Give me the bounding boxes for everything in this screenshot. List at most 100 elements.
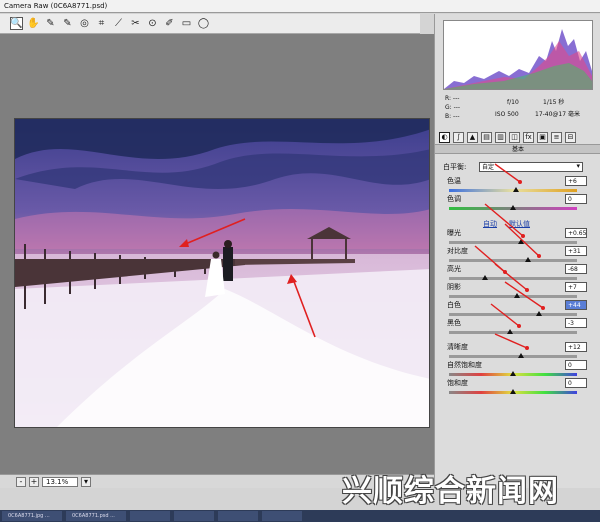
g-readout: G: --- bbox=[445, 104, 461, 111]
slider-row: 饱和度 0 bbox=[443, 378, 593, 396]
spot-removal-icon[interactable]: ✂ bbox=[129, 17, 142, 30]
slider-row: 色温 +6 bbox=[443, 176, 593, 194]
slider-row: 阴影 +7 bbox=[443, 282, 593, 300]
camera-raw-window: Camera Raw (0C6A8771.psd) 🔍 ✋ ✎ ✎ ◎ ⌗ ⟋ … bbox=[0, 0, 600, 510]
photo-preview[interactable] bbox=[14, 118, 430, 428]
slider-label: 清晰度 bbox=[447, 343, 468, 351]
r-readout: R: --- bbox=[445, 95, 460, 102]
slider-value-input[interactable]: -68 bbox=[565, 264, 587, 274]
taskbar-item[interactable]: 0C6A8771.psd ... bbox=[66, 511, 126, 521]
slider-track[interactable] bbox=[449, 313, 577, 316]
window-title: Camera Raw (0C6A8771.psd) bbox=[0, 0, 600, 13]
slider-label: 黑色 bbox=[447, 319, 461, 327]
slider-thumb[interactable] bbox=[525, 257, 532, 262]
lens-tab-icon[interactable]: ◫ bbox=[509, 131, 520, 143]
slider-row: 色调 0 bbox=[443, 194, 593, 212]
gradient-icon[interactable]: ▭ bbox=[180, 17, 193, 30]
eyedropper-icon[interactable]: ✎ bbox=[44, 17, 57, 30]
detail-tab-icon[interactable]: ▲ bbox=[467, 131, 478, 143]
brush-icon[interactable]: ✐ bbox=[163, 17, 176, 30]
color-sampler-icon[interactable]: ✎ bbox=[61, 17, 74, 30]
slider-thumb[interactable] bbox=[510, 389, 516, 394]
slider-thumb[interactable] bbox=[513, 293, 520, 298]
panel-tabs: ◐ ∫ ▲ ▤ ▥ ◫ fx ▣ ≡ ⊟ bbox=[439, 130, 597, 144]
straighten-icon[interactable]: ⟋ bbox=[112, 17, 125, 30]
slider-value-input[interactable]: 0 bbox=[565, 194, 587, 204]
slider-label: 对比度 bbox=[447, 247, 468, 255]
slider-thumb[interactable] bbox=[535, 311, 542, 316]
slider-row: 曝光 +0.65 bbox=[443, 228, 593, 246]
red-eye-icon[interactable]: ⊙ bbox=[146, 17, 159, 30]
slider-row: 高光 -68 bbox=[443, 264, 593, 282]
slider-value-input[interactable]: +6 bbox=[565, 176, 587, 186]
hand-icon[interactable]: ✋ bbox=[27, 17, 40, 30]
camera-calibration-tab-icon[interactable]: ▣ bbox=[537, 131, 548, 143]
slider-value-input[interactable]: +7 bbox=[565, 282, 587, 292]
target-adjust-icon[interactable]: ◎ bbox=[78, 17, 91, 30]
b-readout: B: --- bbox=[445, 113, 460, 120]
watermark: 兴顺综合新闻网 bbox=[342, 474, 559, 509]
readouts: R: --- G: --- B: --- f/10 1/15 秒 ISO 500… bbox=[443, 94, 593, 126]
slider-thumb[interactable] bbox=[481, 275, 488, 280]
white-balance-row: 白平衡: 自定 bbox=[443, 162, 593, 174]
slider-track[interactable] bbox=[449, 355, 577, 358]
slider-track[interactable] bbox=[449, 259, 577, 262]
shutter-readout: 1/15 秒 bbox=[543, 99, 565, 106]
crop-icon[interactable]: ⌗ bbox=[95, 17, 108, 30]
slider-row: 白色 +44 bbox=[443, 300, 593, 318]
histogram bbox=[443, 20, 593, 90]
wedding-beach-photo bbox=[15, 119, 429, 427]
slider-row: 对比度 +31 bbox=[443, 246, 593, 264]
slider-label: 色调 bbox=[447, 195, 461, 203]
slider-track[interactable] bbox=[449, 241, 577, 244]
slider-thumb[interactable] bbox=[510, 371, 516, 376]
zoom-in-button[interactable]: + bbox=[29, 476, 39, 487]
slider-value-input[interactable]: +44 bbox=[565, 300, 587, 310]
slider-track[interactable] bbox=[449, 277, 577, 280]
taskbar-item[interactable] bbox=[262, 511, 302, 521]
tone-curve-tab-icon[interactable]: ∫ bbox=[453, 131, 464, 143]
basic-tab-icon[interactable]: ◐ bbox=[439, 131, 450, 143]
slider-thumb[interactable] bbox=[517, 353, 524, 358]
slider-label: 曝光 bbox=[447, 229, 461, 237]
zoom-level-select[interactable]: 13.1% bbox=[42, 476, 78, 487]
preferences-icon[interactable]: ◯ bbox=[197, 17, 210, 30]
taskbar: 0C6A8771.jpg ... 0C6A8771.psd ... bbox=[0, 510, 600, 522]
iso-readout: ISO 500 bbox=[495, 111, 519, 118]
slider-value-input[interactable]: 0 bbox=[565, 378, 587, 388]
slider-value-input[interactable]: -3 bbox=[565, 318, 587, 328]
slider-label: 高光 bbox=[447, 265, 461, 273]
zoom-out-button[interactable]: - bbox=[16, 476, 26, 487]
white-balance-select[interactable]: 自定 bbox=[479, 162, 583, 172]
taskbar-item[interactable] bbox=[130, 511, 170, 521]
zoom-dropdown-icon[interactable]: ▾ bbox=[81, 476, 91, 487]
snapshots-tab-icon[interactable]: ⊟ bbox=[565, 131, 576, 143]
slider-label: 饱和度 bbox=[447, 379, 468, 387]
slider-thumb[interactable] bbox=[512, 187, 519, 192]
slider-row: 清晰度 +12 bbox=[443, 342, 593, 360]
aperture-readout: f/10 bbox=[507, 99, 519, 106]
slider-value-input[interactable]: +31 bbox=[565, 246, 587, 256]
split-toning-tab-icon[interactable]: ▥ bbox=[495, 131, 506, 143]
toolbar: 🔍 ✋ ✎ ✎ ◎ ⌗ ⟋ ✂ ⊙ ✐ ▭ ◯ bbox=[0, 14, 420, 34]
effects-tab-icon[interactable]: fx bbox=[523, 131, 534, 143]
slider-thumb[interactable] bbox=[517, 239, 524, 244]
presets-tab-icon[interactable]: ≡ bbox=[551, 131, 562, 143]
slider-label: 色温 bbox=[447, 177, 461, 185]
section-title: 基本 bbox=[435, 144, 600, 154]
taskbar-item[interactable] bbox=[174, 511, 214, 521]
adjustment-panel: R: --- G: --- B: --- f/10 1/15 秒 ISO 500… bbox=[434, 14, 600, 488]
zoom-icon[interactable]: 🔍 bbox=[10, 17, 23, 30]
slider-thumb[interactable] bbox=[510, 205, 516, 210]
slider-value-input[interactable]: +12 bbox=[565, 342, 587, 352]
slider-value-input[interactable]: 0 bbox=[565, 360, 587, 370]
slider-value-input[interactable]: +0.65 bbox=[565, 228, 587, 238]
slider-label: 白色 bbox=[447, 301, 461, 309]
taskbar-item[interactable] bbox=[218, 511, 258, 521]
slider-thumb[interactable] bbox=[507, 329, 514, 334]
slider-label: 阴影 bbox=[447, 283, 461, 291]
hsl-tab-icon[interactable]: ▤ bbox=[481, 131, 492, 143]
taskbar-item[interactable]: 0C6A8771.jpg ... bbox=[2, 511, 62, 521]
slider-row: 自然饱和度 0 bbox=[443, 360, 593, 378]
slider-label: 自然饱和度 bbox=[447, 361, 482, 369]
